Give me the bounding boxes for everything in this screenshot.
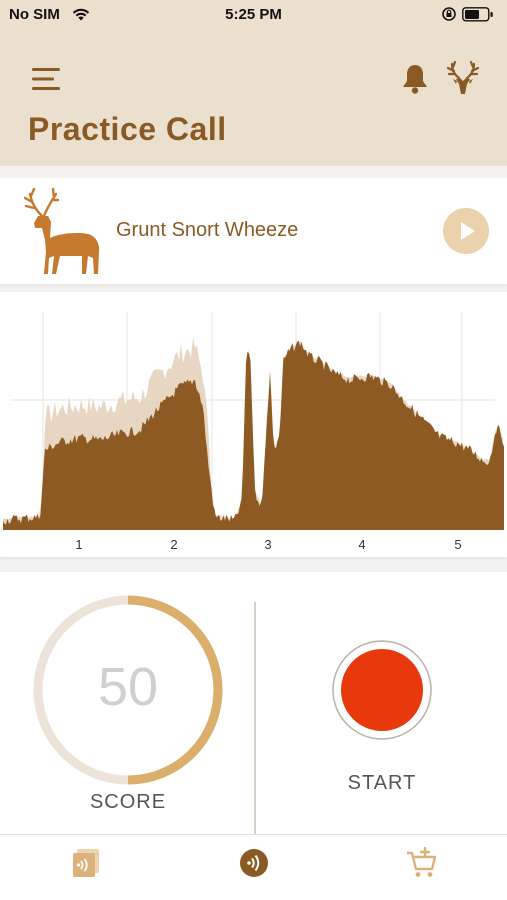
call-name: Grunt Snort Wheeze bbox=[116, 219, 299, 241]
score-value: 50 bbox=[97, 657, 159, 717]
panel-divider bbox=[254, 602, 256, 834]
practice-call-icon bbox=[240, 849, 268, 877]
deer-head-logo-icon bbox=[446, 60, 480, 94]
battery-icon bbox=[462, 7, 493, 22]
waveform-tick-label: 3 bbox=[264, 537, 271, 552]
status-bar: No SIM 5:25 PM bbox=[0, 0, 507, 32]
rotation-lock-icon bbox=[442, 7, 456, 21]
menu-button[interactable] bbox=[30, 64, 64, 94]
hamburger-menu-icon bbox=[32, 68, 60, 90]
page-title: Practice Call bbox=[28, 111, 227, 147]
call-card[interactable]: Grunt Snort Wheeze bbox=[0, 178, 507, 284]
library-audio-icon bbox=[73, 849, 99, 877]
practice-panel: 50 SCORE START bbox=[0, 572, 507, 834]
tab-practice[interactable] bbox=[236, 845, 272, 881]
tab-library[interactable] bbox=[68, 845, 104, 881]
brand-logo-button[interactable] bbox=[444, 60, 482, 98]
score-label: SCORE bbox=[89, 791, 167, 813]
waveform-chart: 1 2 3 4 5 bbox=[3, 312, 504, 552]
waveform-tick-label: 5 bbox=[454, 537, 461, 552]
waveform-tick-label: 1 bbox=[75, 537, 82, 552]
bell-icon bbox=[403, 65, 427, 94]
cart-add-icon bbox=[407, 846, 437, 877]
tab-store[interactable] bbox=[404, 845, 440, 881]
header-area: No SIM 5:25 PM Practice Call bbox=[0, 0, 507, 166]
start-label: START bbox=[347, 772, 417, 794]
waveform-card: 1 2 3 4 5 bbox=[0, 292, 507, 557]
notifications-button[interactable] bbox=[399, 62, 431, 96]
play-icon bbox=[443, 208, 489, 254]
record-button[interactable] bbox=[331, 639, 433, 741]
tab-bar bbox=[0, 834, 507, 900]
record-icon bbox=[341, 649, 423, 731]
clock-time: 5:25 PM bbox=[225, 6, 282, 23]
waveform-tick-label: 2 bbox=[170, 537, 177, 552]
play-button[interactable] bbox=[443, 208, 489, 258]
deer-icon bbox=[23, 187, 100, 274]
waveform-tick-label: 4 bbox=[358, 537, 365, 552]
